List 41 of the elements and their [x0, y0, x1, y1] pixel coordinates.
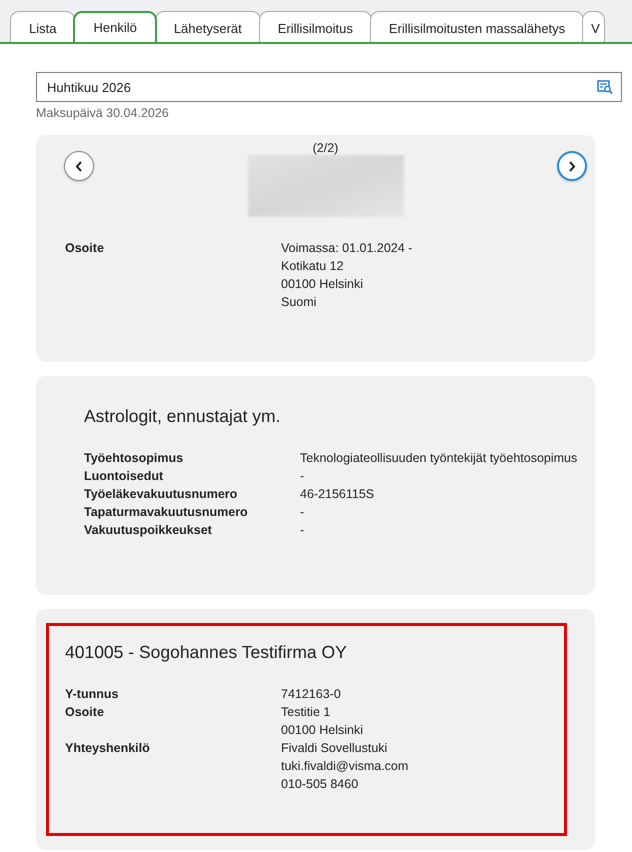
calendar-search-icon[interactable]	[597, 80, 613, 94]
field-value: 00100 Helsinki	[281, 722, 364, 739]
field-value: Testitie 1	[281, 704, 332, 721]
card-title: Astrologit, ennustajat ym.	[84, 406, 282, 427]
field-label: Osoite	[65, 240, 105, 257]
tab[interactable]: Lista	[10, 11, 76, 42]
field-label: Työehtosopimus	[84, 450, 184, 467]
previous-button[interactable]	[64, 151, 94, 181]
field-value: -	[300, 468, 306, 485]
field-value: 7412163-0	[281, 686, 342, 703]
field-value: 010-505 8460	[281, 776, 360, 793]
chevron-right-icon	[568, 160, 576, 172]
field-value: 46-2156115S	[300, 486, 376, 503]
field-value: 00100 Helsinki	[281, 276, 364, 293]
tab[interactable]: V	[582, 11, 605, 42]
field-value: Fivaldi Sovellustuki	[281, 740, 388, 757]
field-value: tuki.fivaldi@visma.com	[281, 758, 410, 775]
field-value: Kotikatu 12	[281, 258, 345, 275]
period-field[interactable]: Huhtikuu 2026	[45, 78, 597, 96]
field-value: Voimassa: 01.01.2024 -	[281, 240, 414, 257]
field-value: -	[300, 522, 306, 539]
period-field-box[interactable]: Huhtikuu 2026	[36, 72, 622, 102]
field-value: Suomi	[281, 294, 318, 311]
field-label: Tapaturmavakuutusnumero	[84, 504, 249, 521]
card-title: 401005 - Sogohannes Testifirma OY	[65, 642, 348, 663]
next-button[interactable]	[557, 151, 587, 181]
tab[interactable]: Erillisilmoitus	[258, 11, 372, 42]
tab[interactable]: Henkilö	[73, 11, 157, 42]
payment-date: Maksupäivä 30.04.2026	[36, 106, 170, 120]
tab[interactable]: Erillisilmoitusten massalähetys	[370, 11, 584, 42]
field-label: Vakuutuspoikkeukset	[84, 522, 213, 539]
tab[interactable]: Lähetyserät	[154, 11, 261, 42]
field-label: Työeläkevakuutusnumero	[84, 486, 238, 503]
field-label: Luontoisedut	[84, 468, 164, 485]
field-value: -	[300, 504, 306, 521]
field-label: Yhteyshenkilö	[65, 740, 151, 757]
page-counter: (2/2)	[312, 141, 338, 155]
field-label: Y-tunnus	[65, 686, 120, 703]
chevron-left-icon	[75, 160, 83, 172]
field-value: Teknologiateollisuuden työntekijät työehtosopimus	[300, 450, 578, 467]
field-label: Osoite	[65, 704, 105, 721]
